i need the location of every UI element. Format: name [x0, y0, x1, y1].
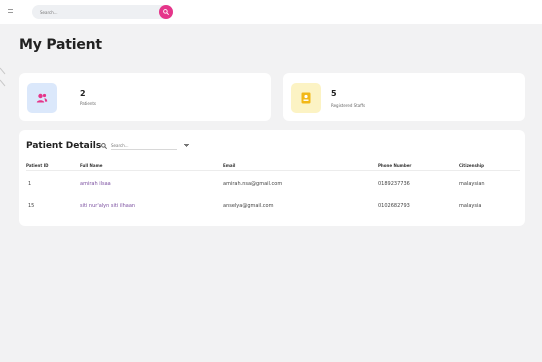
global-search-input[interactable] — [40, 7, 150, 17]
column-header-email[interactable]: Email — [223, 163, 235, 168]
menu-icon[interactable] — [8, 7, 15, 15]
stat-value: 2 — [80, 89, 86, 98]
cell-patient-id: 1 — [28, 181, 32, 187]
stat-value: 5 — [331, 89, 337, 98]
top-bar — [0, 0, 542, 24]
cell-full-name-link[interactable]: amirah ilsaa — [80, 181, 111, 187]
cell-email: anselya@gmail.com — [223, 203, 274, 209]
section-title: Patient Details — [26, 141, 102, 151]
search-icon — [163, 9, 169, 15]
patient-details-panel: Patient Details Patient ID Full Name Ema… — [19, 130, 525, 226]
header-divider — [26, 170, 520, 171]
stat-card-staffs[interactable]: 5 Registered Staffs — [283, 73, 525, 121]
global-search — [32, 5, 173, 19]
stat-label: Registered Staffs — [331, 103, 366, 108]
column-header-patient-id[interactable]: Patient ID — [26, 163, 48, 168]
cell-patient-id: 15 — [28, 203, 35, 209]
filter-icon[interactable] — [184, 144, 189, 147]
cell-full-name-link[interactable]: siti nur'alyn siti ilhaan — [80, 203, 135, 209]
users-icon — [36, 93, 48, 103]
search-button[interactable] — [159, 5, 173, 19]
cell-citizenship: malaysia — [459, 203, 482, 209]
cell-phone: 0189237736 — [378, 181, 410, 187]
column-header-full-name[interactable]: Full Name — [80, 163, 102, 168]
stat-card-patients[interactable]: 2 Patients — [19, 73, 271, 121]
column-header-citizenship[interactable]: Citizenship — [459, 163, 484, 168]
table-search-input[interactable] — [111, 142, 177, 150]
cell-email: amirah.nsa@gmail.com — [223, 181, 283, 187]
stat-icon-box — [27, 83, 57, 113]
column-header-phone-number[interactable]: Phone Number — [378, 163, 411, 168]
cell-phone: 0102682793 — [378, 203, 410, 209]
stat-label: Patients — [80, 101, 97, 106]
page-title: My Patient — [19, 37, 102, 53]
stat-icon-box — [291, 83, 321, 113]
cell-citizenship: malaysian — [459, 181, 485, 187]
sidebar-toggle-icon[interactable] — [0, 66, 6, 90]
badge-icon — [301, 92, 311, 104]
search-icon — [101, 143, 107, 149]
